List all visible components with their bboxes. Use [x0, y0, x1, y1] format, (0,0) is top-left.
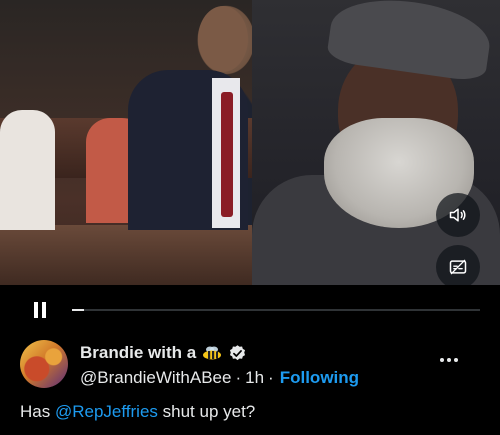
tweet-text-before: Has [20, 402, 55, 421]
progress-bar[interactable] [72, 309, 480, 311]
display-name[interactable]: Brandie with a [80, 343, 196, 363]
author-meta: @BrandieWithABee · 1h · Following [80, 368, 359, 388]
avatar[interactable] [20, 340, 68, 388]
verified-badge-icon [230, 344, 246, 360]
volume-button[interactable] [436, 193, 480, 237]
timestamp[interactable]: 1h [245, 368, 264, 387]
author-name-row[interactable]: Brandie with a [80, 343, 247, 363]
captions-off-icon [449, 259, 467, 275]
bee-emoji-icon [203, 346, 222, 360]
following-button[interactable]: Following [280, 368, 359, 387]
volume-icon [449, 208, 466, 222]
handle[interactable]: @BrandieWithABee [80, 368, 231, 387]
tweet[interactable]: Brandie with a @BrandieWithABee · 1h · Follo… [0, 333, 500, 435]
video-player[interactable] [0, 0, 500, 285]
video-frame-right [252, 0, 500, 285]
video-controls [0, 285, 500, 333]
more-icon[interactable] [440, 355, 464, 365]
pause-icon[interactable] [34, 302, 46, 318]
separator-dot-2: · [268, 368, 274, 387]
progress-fill [72, 309, 85, 311]
tweet-text-after: shut up yet? [157, 402, 256, 421]
tweet-text: Has @RepJeffries shut up yet? [20, 402, 255, 422]
mention-link[interactable]: @RepJeffries [55, 402, 158, 421]
video-frame-left [0, 0, 252, 285]
captions-button[interactable] [436, 245, 480, 285]
separator-dot: · [235, 368, 242, 387]
